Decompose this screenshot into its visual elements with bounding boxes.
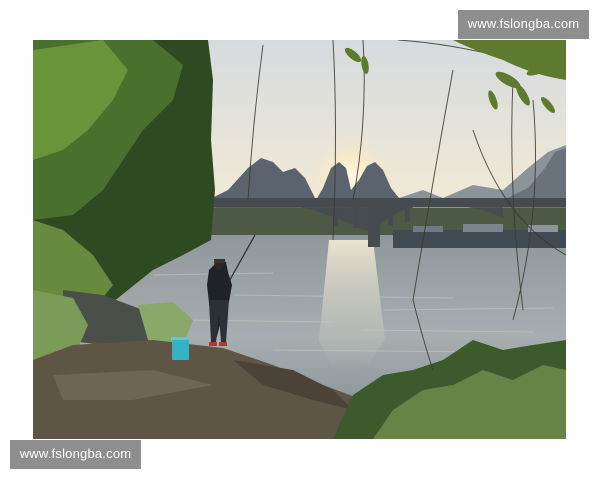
watermark-top: www.fslongba.com [458,10,589,39]
watermark-bottom: www.fslongba.com [10,440,141,469]
bucket [172,338,189,360]
moored-boats [393,230,566,248]
landscape-photo [33,40,566,439]
